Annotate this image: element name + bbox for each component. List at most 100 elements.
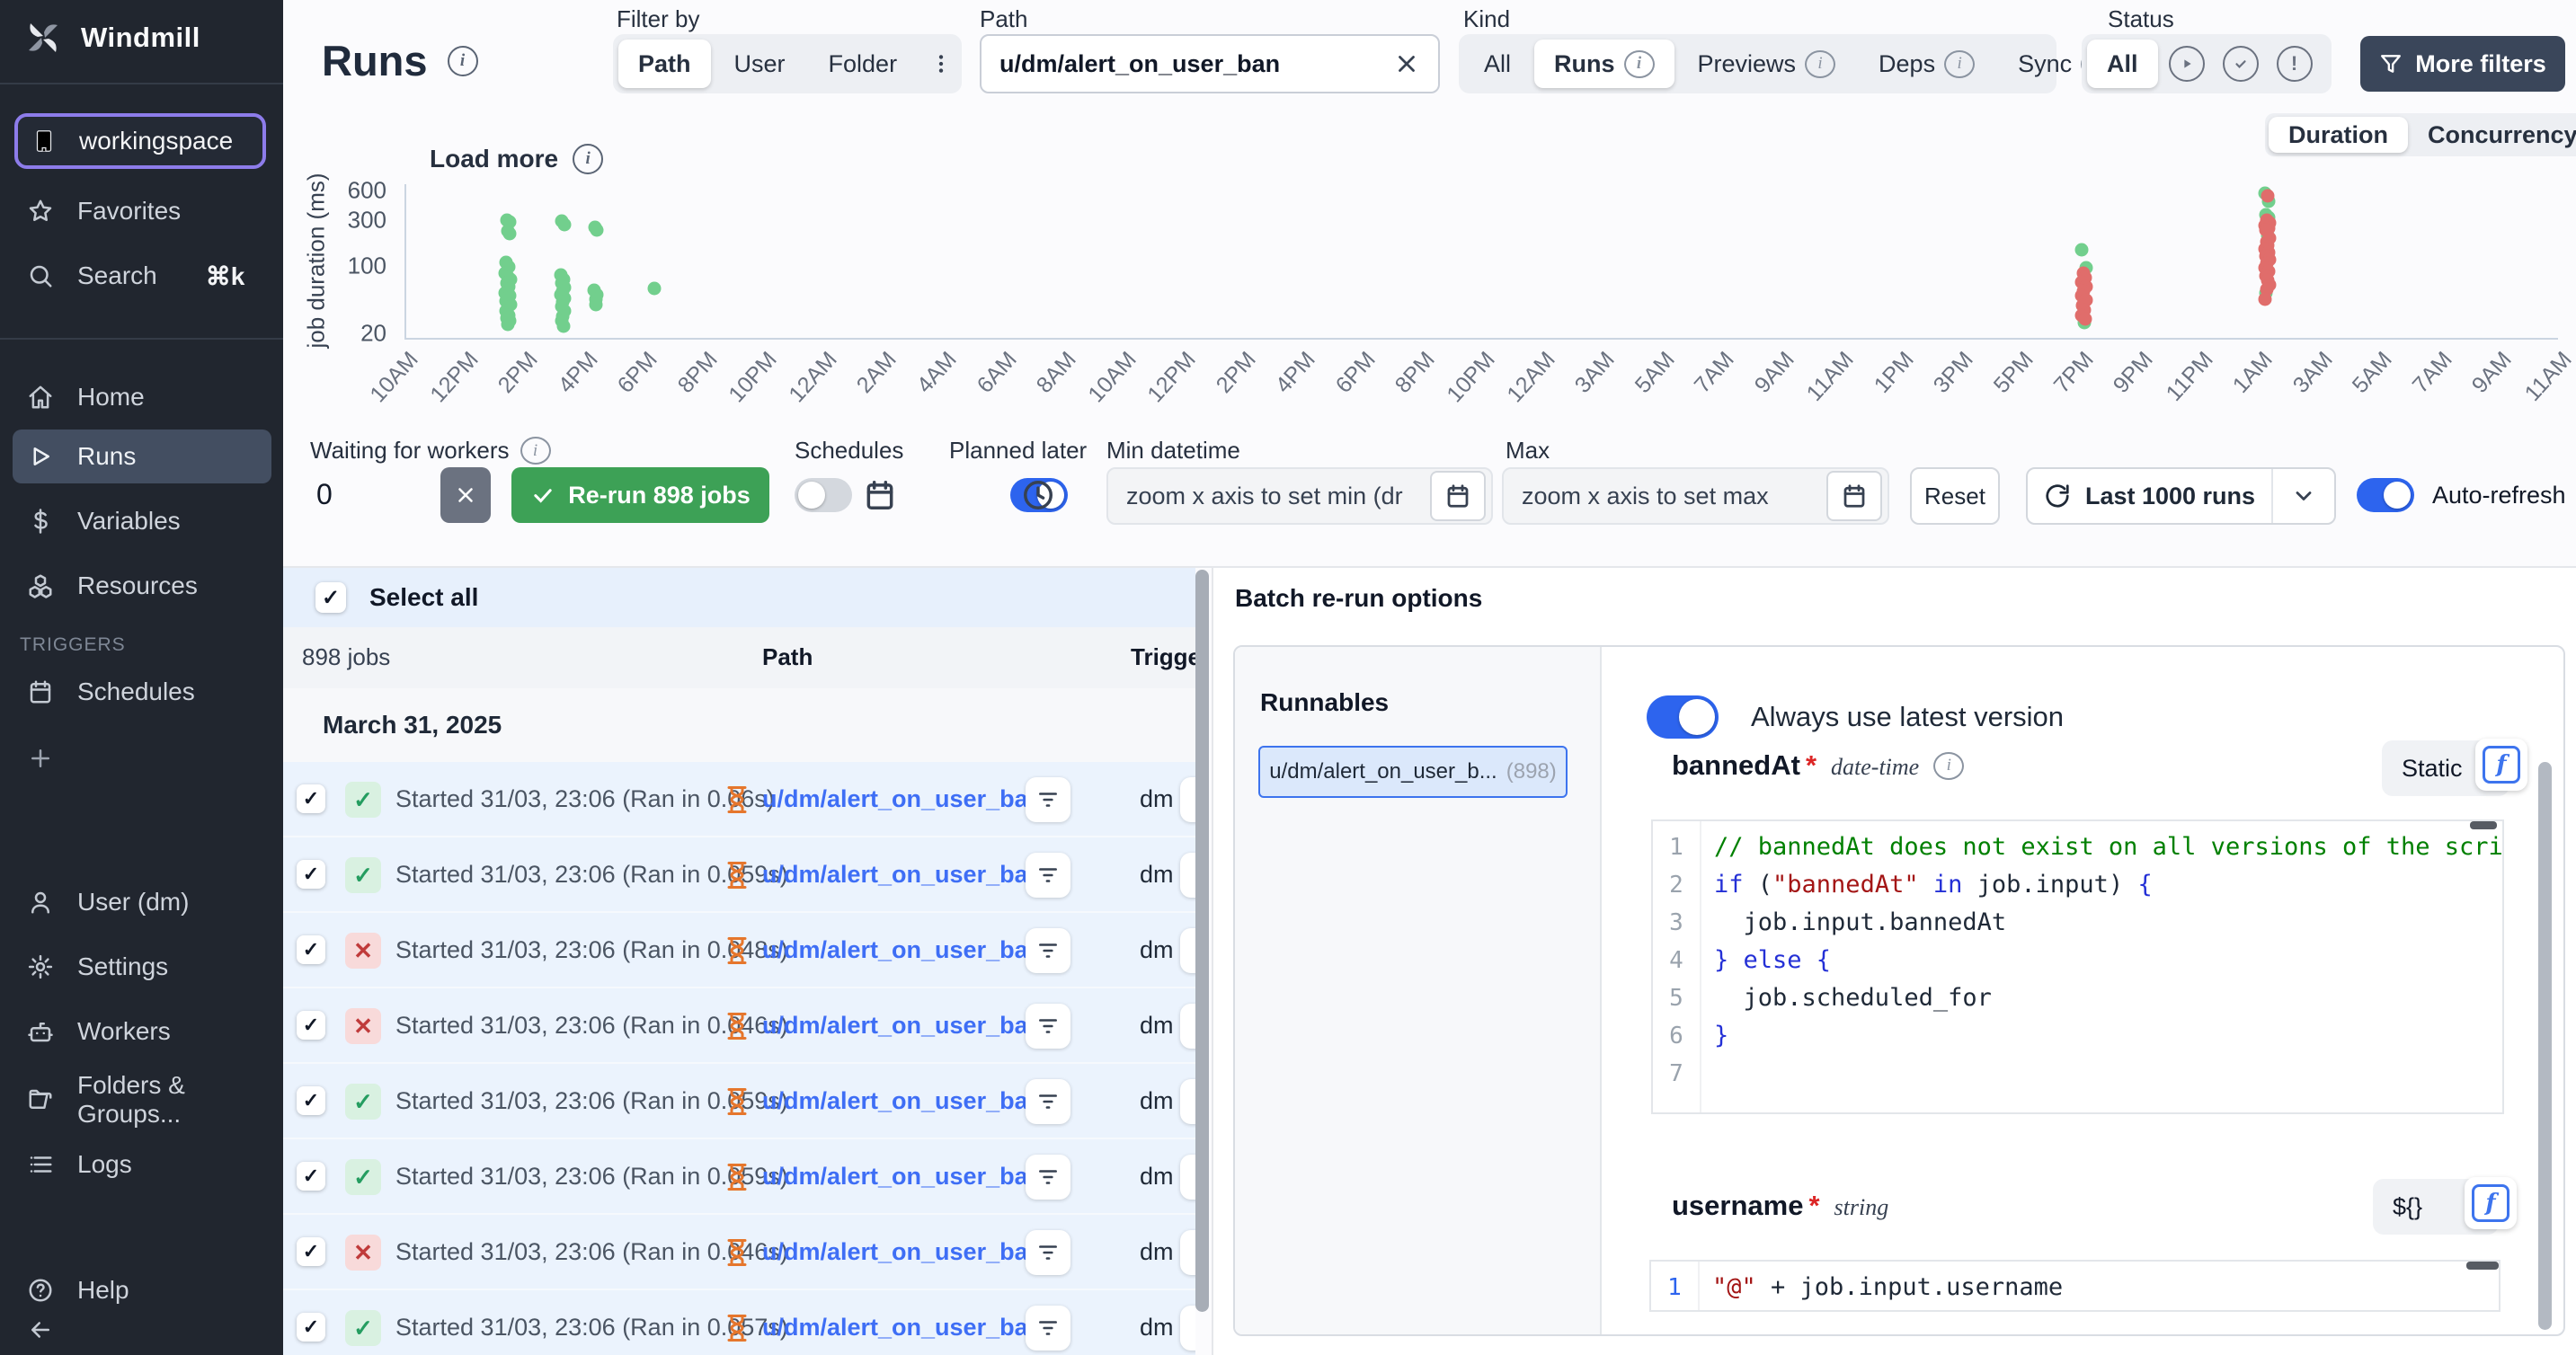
table-row[interactable]: ✓ ✓ Started 31/03, 23:06 (Ran in 0.059s)… bbox=[283, 1139, 1195, 1215]
refresh-last-runs[interactable]: Last 1000 runs bbox=[2028, 469, 2271, 523]
table-row[interactable]: ✓ ✓ Started 31/03, 23:06 (Ran in 0.059s)… bbox=[283, 837, 1195, 913]
run-path-link[interactable]: u/dm/alert_on_user_ban bbox=[762, 1012, 1043, 1040]
last-runs-dropdown[interactable] bbox=[2271, 469, 2334, 523]
load-more-button[interactable]: Load more i bbox=[430, 144, 603, 174]
sidebar-collapse-button[interactable] bbox=[13, 1310, 271, 1350]
filter-by-path-button[interactable] bbox=[1026, 1230, 1070, 1275]
select-all-checkbox[interactable]: ✓ bbox=[315, 582, 346, 613]
sidebar-item-schedules[interactable]: Schedules bbox=[13, 667, 271, 717]
success-point[interactable] bbox=[647, 282, 661, 296]
clear-path-icon[interactable] bbox=[1393, 50, 1420, 77]
username-code-editor[interactable]: 1 "@" + job.input.username bbox=[1649, 1260, 2500, 1312]
list-scrollbar[interactable] bbox=[1195, 570, 1209, 1312]
row-action-button[interactable] bbox=[1180, 1004, 1195, 1049]
row-action-button[interactable] bbox=[1180, 1079, 1195, 1124]
run-path-link[interactable]: u/dm/alert_on_user_ban bbox=[762, 1238, 1043, 1266]
schedules-toggle[interactable] bbox=[795, 478, 852, 512]
username-expr-button[interactable]: f bbox=[2465, 1177, 2517, 1229]
kind-tab-runs[interactable]: Runsi bbox=[1534, 40, 1674, 88]
filter-by-path-button[interactable] bbox=[1026, 928, 1070, 973]
status-tab-success-icon[interactable] bbox=[2216, 40, 2266, 88]
kind-tab-all[interactable]: All bbox=[1464, 40, 1531, 88]
run-path-link[interactable]: u/dm/alert_on_user_ban bbox=[762, 1314, 1043, 1342]
table-row[interactable]: ✓ ✓ Started 31/03, 23:06 (Ran in 0.059s)… bbox=[283, 1064, 1195, 1139]
failure-point[interactable] bbox=[2259, 293, 2272, 306]
row-checkbox[interactable]: ✓ bbox=[297, 1313, 325, 1342]
run-path-link[interactable]: u/dm/alert_on_user_ban bbox=[762, 861, 1043, 889]
max-datetime-input[interactable]: zoom x axis to set max bbox=[1502, 467, 1889, 525]
row-action-button[interactable] bbox=[1180, 928, 1195, 973]
filter-by-path-button[interactable] bbox=[1026, 1306, 1070, 1351]
filter-by-path-button[interactable] bbox=[1026, 1155, 1070, 1200]
filter-tab-folder[interactable]: Folder bbox=[809, 40, 918, 88]
info-icon[interactable]: i bbox=[448, 46, 478, 76]
status-tab-running-icon[interactable] bbox=[2162, 40, 2212, 88]
runnable-item[interactable]: u/dm/alert_on_user_b... (898) bbox=[1258, 746, 1568, 798]
min-datetime-input[interactable]: zoom x axis to set min (dr bbox=[1106, 467, 1493, 525]
more-filters-button[interactable]: More filters bbox=[2360, 36, 2565, 92]
filter-by-path-button[interactable] bbox=[1026, 777, 1070, 822]
table-row[interactable]: ✓ ✕ Started 31/03, 23:06 (Ran in 0.048s)… bbox=[283, 913, 1195, 988]
filter-tab-path[interactable]: Path bbox=[618, 40, 711, 88]
path-input[interactable]: u/dm/alert_on_user_ban bbox=[980, 34, 1440, 93]
kebab-menu-icon[interactable] bbox=[920, 40, 962, 88]
sidebar-item-search[interactable]: Search ⌘k bbox=[13, 251, 271, 301]
sidebar-item-workers[interactable]: Workers bbox=[13, 1006, 271, 1057]
filter-by-path-button[interactable] bbox=[1026, 853, 1070, 898]
sidebar-item-add-trigger[interactable] bbox=[13, 733, 271, 784]
run-path-link[interactable]: u/dm/alert_on_user_ban bbox=[762, 785, 1043, 813]
status-tab-all[interactable]: All bbox=[2087, 40, 2158, 88]
filter-tab-user[interactable]: User bbox=[715, 40, 805, 88]
status-tab-failure-icon[interactable]: ! bbox=[2270, 40, 2320, 88]
success-point[interactable] bbox=[557, 217, 571, 231]
panel-scrollbar[interactable] bbox=[2538, 762, 2552, 1330]
kind-tab-previews[interactable]: Previewsi bbox=[1678, 40, 1856, 88]
sidebar-item-user[interactable]: User (dm) bbox=[13, 877, 271, 927]
row-action-button[interactable] bbox=[1180, 1155, 1195, 1200]
success-point[interactable] bbox=[590, 297, 603, 311]
sidebar-item-variables[interactable]: Variables bbox=[13, 496, 271, 546]
failure-point[interactable] bbox=[2079, 313, 2092, 326]
success-point[interactable] bbox=[502, 227, 516, 241]
row-checkbox[interactable]: ✓ bbox=[297, 935, 325, 964]
row-checkbox[interactable]: ✓ bbox=[297, 1086, 325, 1115]
template-mode-button[interactable]: ${} bbox=[2378, 1193, 2437, 1221]
bannedat-code-editor[interactable]: 1234567 // bannedAt does not exist on al… bbox=[1651, 819, 2504, 1114]
filter-by-path-button[interactable] bbox=[1026, 1004, 1070, 1049]
max-datetime-calendar-button[interactable] bbox=[1826, 471, 1882, 521]
row-action-button[interactable] bbox=[1180, 853, 1195, 898]
bannedat-expr-button[interactable]: f bbox=[2475, 739, 2527, 791]
sidebar-item-resources[interactable]: Resources bbox=[13, 561, 271, 611]
row-checkbox[interactable]: ✓ bbox=[297, 1011, 325, 1040]
row-action-button[interactable] bbox=[1180, 1306, 1195, 1351]
workspace-switcher[interactable]: workingspace bbox=[14, 113, 266, 169]
kind-tab-deps[interactable]: Depsi bbox=[1859, 40, 1994, 88]
success-point[interactable] bbox=[556, 319, 570, 332]
cancel-selection-button[interactable] bbox=[440, 467, 491, 523]
editor-hscrollbar[interactable] bbox=[2466, 1262, 2499, 1270]
info-icon[interactable]: i bbox=[1933, 752, 1964, 780]
row-checkbox[interactable]: ✓ bbox=[297, 860, 325, 889]
table-row[interactable]: ✓ ✕ Started 31/03, 23:06 (Ran in 0.046s)… bbox=[283, 1215, 1195, 1290]
chart-x-axis[interactable] bbox=[404, 338, 2558, 340]
tab-duration[interactable]: Duration bbox=[2269, 117, 2408, 153]
run-path-link[interactable]: u/dm/alert_on_user_ban bbox=[762, 936, 1043, 964]
code-area[interactable]: "@" + job.input.username bbox=[1700, 1262, 2499, 1310]
sidebar-item-logs[interactable]: Logs bbox=[13, 1139, 271, 1190]
success-point[interactable] bbox=[502, 317, 515, 331]
table-row[interactable]: ✓ ✕ Started 31/03, 23:06 (Ran in 0.046s)… bbox=[283, 988, 1195, 1064]
min-datetime-calendar-button[interactable] bbox=[1430, 471, 1486, 521]
code-area[interactable]: // bannedAt does not exist on all versio… bbox=[1701, 821, 2502, 1112]
sidebar-item-settings[interactable]: Settings bbox=[13, 942, 271, 992]
sidebar-item-folders-groups[interactable]: Folders & Groups... bbox=[13, 1075, 271, 1125]
tab-concurrency[interactable]: Concurrency bbox=[2408, 117, 2576, 153]
row-checkbox[interactable]: ✓ bbox=[297, 1162, 325, 1191]
row-checkbox[interactable]: ✓ bbox=[297, 784, 325, 813]
success-point[interactable] bbox=[591, 223, 604, 236]
success-point[interactable] bbox=[2075, 244, 2089, 257]
sidebar-item-runs[interactable]: Runs bbox=[13, 430, 271, 483]
run-path-link[interactable]: u/dm/alert_on_user_ban bbox=[762, 1087, 1043, 1115]
sidebar-item-favorites[interactable]: Favorites bbox=[13, 186, 271, 236]
always-latest-toggle[interactable] bbox=[1647, 695, 1719, 739]
static-mode-button[interactable]: Static bbox=[2387, 755, 2477, 783]
